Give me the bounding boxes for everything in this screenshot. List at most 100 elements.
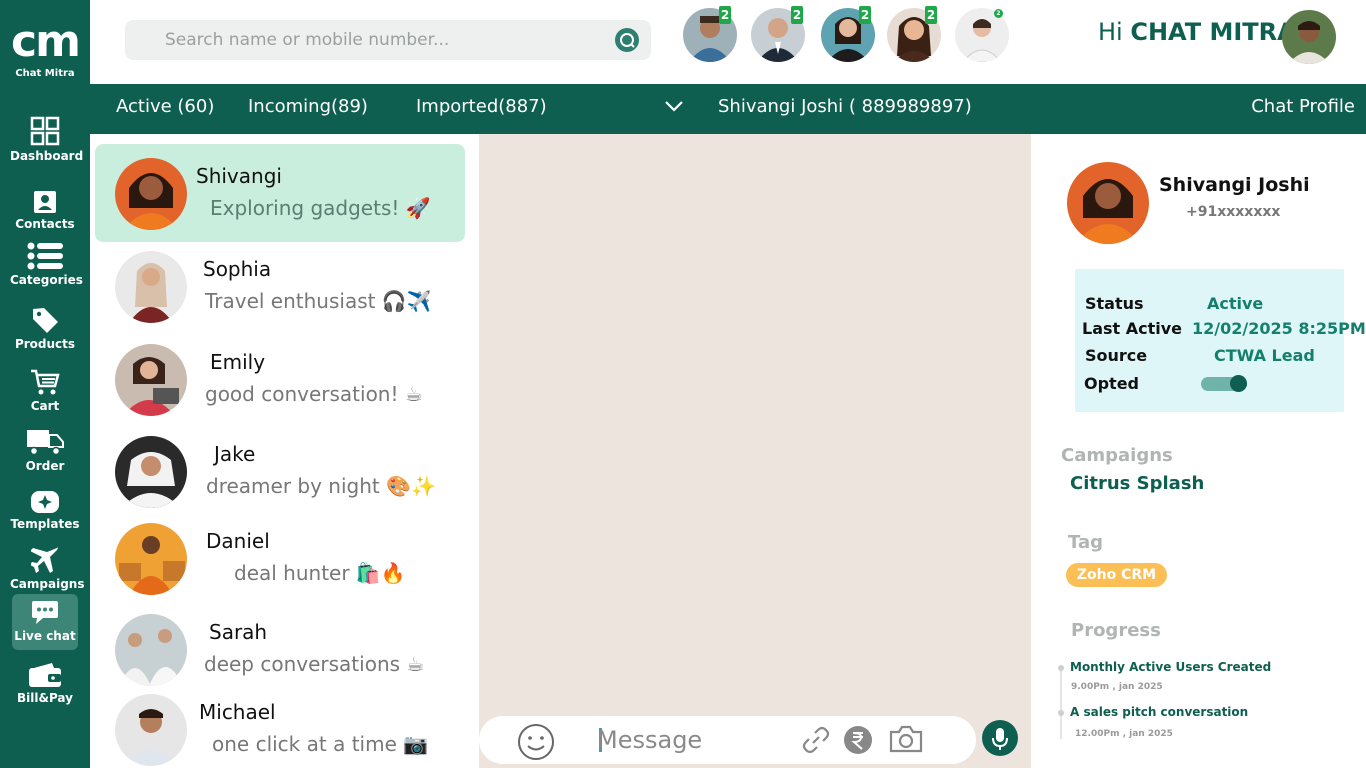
grid-icon [30,116,60,146]
campaigns-heading: Campaigns [1061,445,1173,466]
source-value: CTWA Lead [1214,346,1315,365]
progress-event-title: Monthly Active Users Created [1070,660,1272,674]
progress-event-title: A sales pitch conversation [1070,705,1249,719]
status-card: Status Active Last Active 12/02/2025 8:2… [1075,269,1366,412]
last-active-value: 12/02/2025 8:25PM [1192,319,1366,338]
chat-name: Jake [214,442,256,466]
progress-heading: Progress [1071,620,1161,641]
avatar [115,614,187,686]
nav-item-products[interactable]: Products [10,306,80,351]
chat-name: Sarah [209,620,268,644]
template-icon [31,491,59,513]
status-value: Active [1207,294,1264,313]
conversation-title: Shivangi Joshi ( 889989897) [718,96,972,117]
greeting: Hi CHAT MITRA [1098,18,1296,46]
rupee-payment-icon[interactable] [843,725,873,755]
cart-icon [31,369,60,395]
chat-last-message: good conversation! ☕ [205,382,423,406]
search-button[interactable] [615,28,639,52]
nav-item-templates[interactable]: Templates [10,490,80,531]
avatar-photo [115,251,187,323]
chat-item-shivangi[interactable]: Shivangi Exploring gadgets! 🚀 [95,144,465,242]
avatar-photo [115,344,187,416]
greeting-prefix: Hi [1098,18,1131,46]
nav-label: Dashboard [10,149,84,163]
story-count-badge: 2 [791,6,803,24]
nav-label: Bill&Pay [17,691,73,705]
nav-item-contacts[interactable]: Contacts [10,190,80,231]
chat-item-daniel[interactable]: Daniel deal hunter 🛍️🔥 [95,509,465,607]
avatar [115,344,187,416]
sidebar: cm Chat Mitra Dashboard Contacts Categor… [0,0,90,768]
chat-name: Michael [199,700,276,724]
chat-bubble-icon [32,601,58,624]
chat-item-jake[interactable]: Jake dreamer by night 🎨✨ [95,422,465,520]
search-bar [125,20,651,60]
nav-item-categories[interactable]: Categories [10,242,83,287]
truck-icon [27,430,64,456]
chat-list: Shivangi Exploring gadgets! 🚀 Sophia Tra… [90,134,479,768]
tag-chip[interactable]: Zoho CRM [1066,563,1167,587]
camera-icon[interactable] [888,724,924,754]
chat-last-message: one click at a time 📷 [212,732,429,756]
nav-item-cart[interactable]: Cart [10,368,80,413]
chat-last-message: dreamer by night 🎨✨ [206,474,436,498]
chat-name: Daniel [206,529,270,553]
source-label: Source [1085,346,1148,365]
chat-profile-title: Chat Profile [1251,96,1355,117]
chat-last-message: Exploring gadgets! 🚀 [210,196,431,220]
nav-label: Templates [10,517,80,531]
microphone-icon [992,728,1008,750]
message-input[interactable] [597,720,787,760]
timeline-dot [1058,665,1064,671]
nav-item-bill-pay[interactable]: Bill&Pay [10,662,80,705]
brand-logo[interactable]: cm Chat Mitra [0,18,90,80]
chat-name: Emily [210,350,266,374]
profile-avatar [1067,162,1149,244]
status-label: Status [1085,294,1144,313]
avatar [115,523,187,595]
tag-icon [33,308,58,333]
nav-item-campaigns[interactable]: Campaigns [10,546,84,591]
nav-item-order[interactable]: Order [10,428,80,473]
voice-message-button[interactable] [982,720,1018,756]
nav-label: Products [14,337,76,351]
avatar-photo [115,158,187,230]
tab-incoming[interactable]: Incoming(89) [248,84,368,130]
toggle-knob [1230,375,1247,392]
profile-phone: +91xxxxxxx [1186,204,1281,220]
list-icon [27,242,63,270]
search-input[interactable] [165,20,605,60]
avatar [115,694,187,766]
last-active-label: Last Active [1082,319,1183,338]
timeline-line [1060,669,1062,739]
chat-name: Shivangi [196,164,282,188]
chat-item-sophia[interactable]: Sophia Travel enthusiast 🎧✈️ [95,237,465,335]
user-avatar[interactable] [1282,10,1336,64]
chevron-down-icon[interactable] [664,96,684,116]
emoji-icon[interactable] [516,722,556,762]
avatar-photo [1282,10,1336,64]
opted-toggle[interactable] [1201,375,1247,392]
top-header: 2 2 2 2 2 Hi CHAT MITRA [90,0,1366,84]
avatar-photo [115,614,187,686]
nav-item-live-chat[interactable]: Live chat [12,594,78,650]
nav-label: Live chat [14,629,76,643]
chat-item-emily[interactable]: Emily good conversation! ☕ [95,330,465,428]
chat-item-michael[interactable]: Michael one click at a time 📷 [95,680,465,768]
avatar-photo [115,436,187,508]
tab-active[interactable]: Active (60) [116,84,214,130]
message-composer [479,716,976,764]
campaign-name[interactable]: Citrus Splash [1070,473,1204,494]
attach-link-icon[interactable] [801,725,831,755]
greeting-name: CHAT MITRA [1130,18,1296,46]
conversation-area [479,134,1031,768]
plane-icon [31,547,58,573]
chat-last-message: Travel enthusiast 🎧✈️ [205,289,432,313]
story-count-badge: 2 [994,9,1003,18]
nav-item-dashboard[interactable]: Dashboard [10,116,84,163]
story-count-badge: 2 [719,6,731,24]
avatar [115,436,187,508]
tab-imported[interactable]: Imported(887) [416,84,547,130]
chat-name: Sophia [203,257,272,281]
